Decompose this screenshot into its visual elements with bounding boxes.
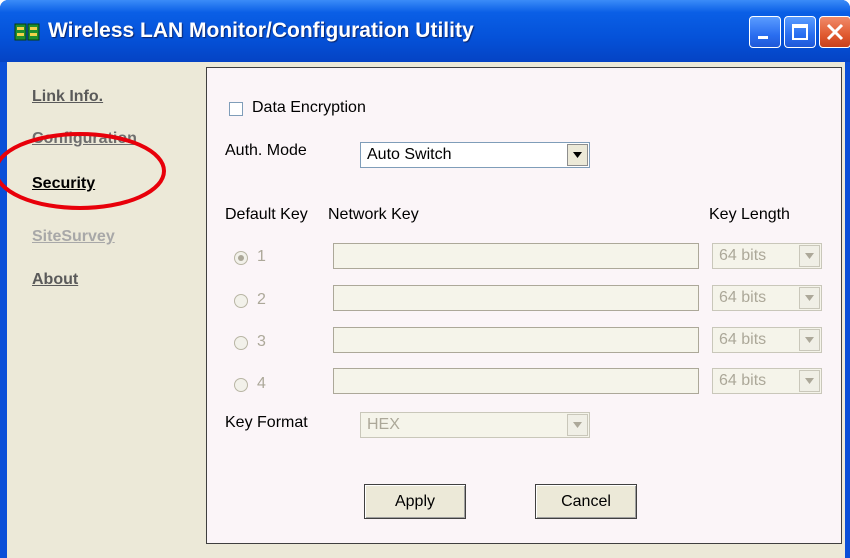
auth-mode-select[interactable]: Auto Switch [360, 142, 590, 168]
key-format-label: Key Format [225, 414, 308, 431]
security-panel: Data Encryption Auth. Mode Auto Switch D… [206, 67, 842, 544]
window-title: Wireless LAN Monitor/Configuration Utili… [48, 19, 474, 42]
key-length-header: Key Length [709, 206, 790, 223]
key-2-label: 2 [257, 291, 266, 308]
network-card-icon [14, 23, 40, 41]
default-key-header: Default Key [225, 206, 308, 223]
key-3-length-dropdown-button[interactable] [799, 329, 820, 351]
key-4-radio[interactable] [234, 378, 248, 392]
sidebar-item-about[interactable]: About [32, 271, 78, 289]
app-window: Wireless LAN Monitor/Configuration Utili… [0, 0, 850, 558]
network-key-header: Network Key [328, 206, 419, 223]
key-4-length-dropdown-button[interactable] [799, 370, 820, 392]
data-encryption-checkbox[interactable] [229, 102, 243, 116]
chevron-down-icon [573, 152, 582, 158]
key-1-input[interactable] [333, 243, 699, 269]
minimize-button[interactable] [749, 16, 781, 48]
key-3-length-select[interactable]: 64 bits [712, 327, 822, 353]
chevron-down-icon [805, 337, 814, 343]
key-3-radio[interactable] [234, 336, 248, 350]
key-4-label: 4 [257, 375, 266, 392]
chevron-down-icon [573, 422, 582, 428]
key-3-input[interactable] [333, 327, 699, 353]
auth-mode-dropdown-button[interactable] [567, 144, 588, 166]
close-button[interactable] [819, 16, 850, 48]
sidebar-item-link-info[interactable]: Link Info. [32, 88, 103, 106]
key-2-length-dropdown-button[interactable] [799, 287, 820, 309]
key-1-length-dropdown-button[interactable] [799, 245, 820, 267]
auth-mode-value: Auto Switch [367, 146, 452, 163]
data-encryption-label: Data Encryption [252, 99, 366, 116]
close-icon [826, 23, 844, 41]
key-1-length-value: 64 bits [719, 247, 767, 264]
red-highlight-ellipse [0, 132, 166, 210]
key-format-dropdown-button[interactable] [567, 414, 588, 436]
chevron-down-icon [805, 253, 814, 259]
title-bar[interactable]: Wireless LAN Monitor/Configuration Utili… [0, 0, 850, 62]
key-1-length-select[interactable]: 64 bits [712, 243, 822, 269]
key-format-value: HEX [367, 416, 400, 433]
auth-mode-label: Auth. Mode [225, 142, 307, 159]
chevron-down-icon [805, 378, 814, 384]
cancel-button[interactable]: Cancel [535, 484, 637, 519]
key-2-radio[interactable] [234, 294, 248, 308]
apply-button[interactable]: Apply [364, 484, 466, 519]
chevron-down-icon [805, 295, 814, 301]
minimize-icon [758, 36, 768, 39]
key-1-label: 1 [257, 248, 266, 265]
key-4-length-value: 64 bits [719, 372, 767, 389]
key-2-length-value: 64 bits [719, 289, 767, 306]
maximize-icon [792, 24, 808, 40]
key-4-input[interactable] [333, 368, 699, 394]
key-2-input[interactable] [333, 285, 699, 311]
key-format-select[interactable]: HEX [360, 412, 590, 438]
key-3-length-value: 64 bits [719, 331, 767, 348]
key-4-length-select[interactable]: 64 bits [712, 368, 822, 394]
key-1-radio[interactable] [234, 251, 248, 265]
sidebar-item-sitesurvey[interactable]: SiteSurvey [32, 228, 115, 246]
key-3-label: 3 [257, 333, 266, 350]
maximize-button[interactable] [784, 16, 816, 48]
key-2-length-select[interactable]: 64 bits [712, 285, 822, 311]
